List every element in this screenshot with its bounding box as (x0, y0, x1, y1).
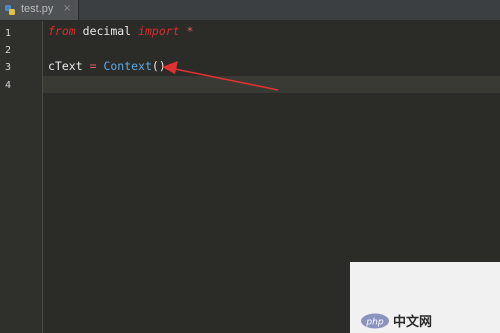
editor-tab-bar: test.py × (0, 0, 500, 21)
variable-name: cText (48, 59, 83, 73)
class-name: Context (103, 59, 152, 73)
python-file-icon (5, 5, 15, 15)
module-name: decimal (82, 24, 132, 38)
keyword-import: import (138, 24, 180, 38)
import-star: * (186, 24, 194, 38)
line-number: 2 (5, 45, 12, 56)
file-tab[interactable]: test.py × (0, 0, 79, 20)
php-logo-icon: php (361, 313, 389, 329)
close-tab-icon[interactable]: × (63, 3, 71, 14)
line-number: 1 (5, 28, 12, 39)
svg-text:php: php (365, 318, 383, 328)
assign-operator: = (89, 59, 97, 73)
watermark-text: 中文网 (393, 315, 433, 330)
line-number-gutter: 1 2 3 4 (0, 21, 43, 333)
keyword-from: from (48, 24, 76, 38)
tab-label: test.py (21, 3, 54, 15)
line-number: 3 (5, 62, 12, 73)
code-line-3[interactable]: cText = Context() (48, 59, 166, 73)
code-line-1[interactable]: from decimal import * (48, 24, 193, 38)
line-number: 4 (5, 80, 12, 91)
call-parens: () (151, 59, 166, 73)
current-line-highlight (43, 76, 500, 93)
